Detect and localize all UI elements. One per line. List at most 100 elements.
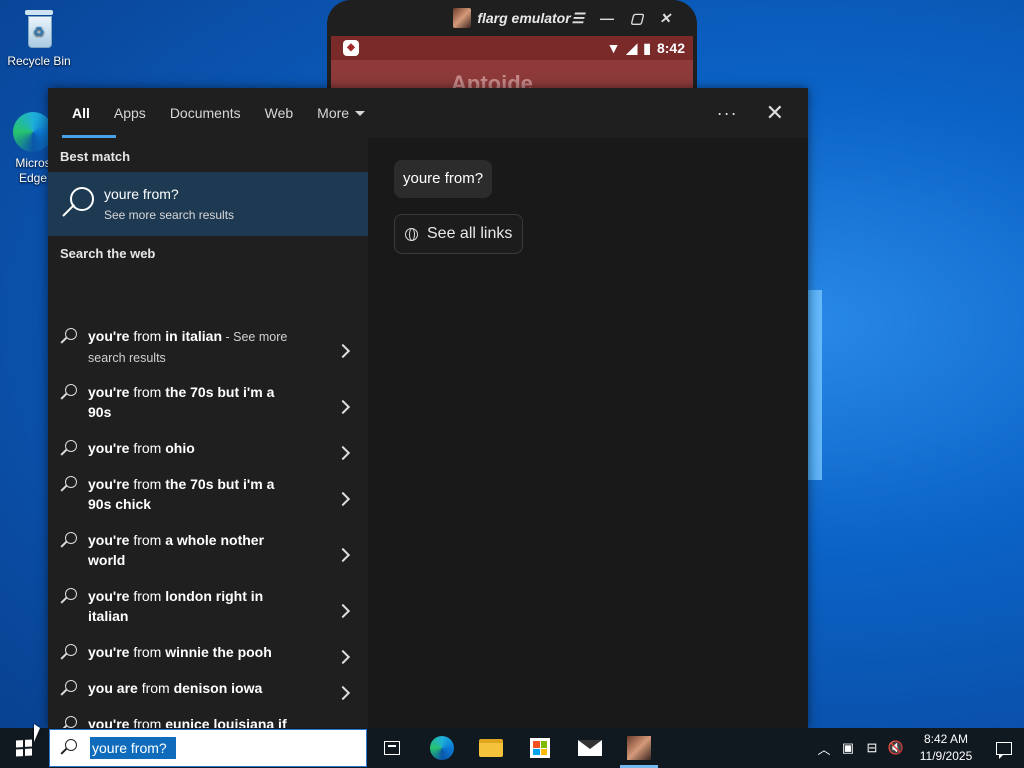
notification-icon: [996, 741, 1012, 759]
search-icon: [60, 532, 78, 550]
notifications-button[interactable]: [984, 728, 1024, 768]
web-suggestion-text: you're from the 70s but i'm a 90s: [88, 384, 275, 420]
network-icon[interactable]: ⊟: [860, 740, 884, 756]
battery-icon: ▮: [643, 39, 651, 56]
see-all-links-button[interactable]: See all links: [394, 214, 524, 254]
best-match-heading: Best match: [60, 149, 131, 164]
web-suggestion-item[interactable]: you're from a whole nother world: [48, 530, 368, 586]
file-explorer-button[interactable]: [467, 728, 515, 768]
web-suggestion-text: you're from eunice louisiana if you reme…: [88, 716, 287, 728]
web-suggestion-text: you're from winnie the pooh: [88, 644, 272, 660]
minimize-icon[interactable]: —: [600, 10, 614, 26]
maximize-icon[interactable]: ▢: [630, 10, 643, 27]
chevron-up-icon[interactable]: ︿: [812, 739, 836, 758]
search-icon: [60, 384, 78, 402]
preview-pane: youre from? See all links: [368, 138, 808, 728]
system-tray: ︿ ▣ ⊟ 🔇 8:42 AM 11/9/2025: [812, 728, 1024, 768]
store-button[interactable]: [516, 728, 564, 768]
search-input[interactable]: [90, 737, 176, 759]
see-all-links-label: See all links: [427, 225, 513, 242]
chevron-right-icon: [335, 343, 351, 359]
store-icon: [530, 738, 550, 758]
search-icon: [60, 187, 94, 221]
recycle-bin-label: Recycle Bin: [7, 54, 71, 68]
tab-web[interactable]: Web: [253, 88, 306, 138]
clock-date: 11/9/2025: [919, 749, 973, 763]
taskbar-search-box[interactable]: [49, 729, 367, 767]
meet-now-icon[interactable]: ▣: [836, 740, 860, 756]
close-icon[interactable]: ✕: [659, 10, 671, 27]
search-icon: [60, 739, 78, 757]
tab-apps[interactable]: Apps: [102, 88, 158, 138]
edge-icon: [13, 112, 53, 152]
chevron-right-icon: [335, 649, 351, 665]
chevron-down-icon: [355, 111, 366, 116]
recycle-bin-icon: ♻: [21, 6, 57, 50]
wifi-icon: ▼: [606, 40, 621, 56]
emulator-taskbar-button[interactable]: [615, 728, 663, 768]
wallpaper-light: [808, 290, 822, 480]
web-suggestion-text: you're from a whole nother world: [88, 532, 265, 568]
tab-more[interactable]: More: [305, 88, 377, 138]
results-pane: Best match youre from? See more search r…: [48, 138, 368, 728]
aptoide-notification-icon: ◆: [343, 40, 359, 56]
web-suggestion-text: you are from denison iowa: [88, 680, 263, 696]
folder-icon: [479, 739, 503, 757]
emulator-window[interactable]: flarg emulator ☰ — ▢ ✕ ◆ ▼ ◢ ▮ 8:42 Apto…: [327, 0, 697, 100]
emulator-logo-icon: [453, 8, 472, 28]
mail-button[interactable]: [566, 728, 614, 768]
tab-all[interactable]: All: [60, 88, 116, 138]
menu-icon[interactable]: ☰: [571, 10, 584, 27]
chevron-right-icon: [335, 685, 351, 701]
start-button[interactable]: [0, 728, 48, 768]
search-icon: [60, 644, 78, 662]
emulator-title: flarg emulator: [477, 10, 571, 26]
task-view-icon: [384, 741, 400, 755]
chevron-right-icon: [335, 491, 351, 507]
android-status-bar: ◆ ▼ ◢ ▮ 8:42: [331, 36, 693, 60]
globe-icon: [405, 227, 418, 241]
chevron-right-icon: [335, 399, 351, 415]
recycle-bin-desktop-icon[interactable]: ♻ Recycle Bin: [4, 6, 74, 68]
web-suggestion-text: you're from ohio: [88, 440, 195, 456]
search-flyout: All Apps Documents Web More ··· ✕ Best m…: [48, 88, 808, 728]
clock[interactable]: 8:42 AM 11/9/2025: [908, 731, 984, 765]
preview-query-bubble: youre from?: [394, 160, 493, 198]
taskbar: ︿ ▣ ⊟ 🔇 8:42 AM 11/9/2025: [0, 728, 1024, 768]
search-icon: [60, 476, 78, 494]
best-match-subtitle: See more search results: [104, 208, 235, 222]
volume-muted-icon[interactable]: 🔇: [884, 740, 908, 756]
web-suggestion-item[interactable]: you're from winnie the pooh: [48, 642, 368, 678]
web-suggestion-item[interactable]: you're from the 70s but i'm a 90s chick: [48, 474, 368, 530]
mouse-cursor: [34, 724, 40, 742]
edge-taskbar-button[interactable]: [418, 728, 466, 768]
best-match-title: youre from?: [104, 186, 179, 202]
web-suggestion-item[interactable]: you're from ohio: [48, 438, 368, 474]
search-icon: [60, 328, 78, 346]
web-suggestion-text: you're from in italian - See more search…: [88, 328, 288, 365]
web-suggestion-item[interactable]: you're from the 70s but i'm a 90s: [48, 382, 368, 438]
web-suggestion-text: you're from the 70s but i'm a 90s chick: [88, 476, 275, 512]
android-time: 8:42: [656, 40, 685, 56]
search-icon: [60, 440, 78, 458]
chevron-right-icon: [335, 603, 351, 619]
edge-icon: [430, 736, 454, 760]
mail-icon: [578, 740, 602, 756]
tab-documents[interactable]: Documents: [158, 88, 253, 138]
emulator-titlebar[interactable]: flarg emulator ☰ — ▢ ✕: [327, 0, 697, 36]
close-search-icon[interactable]: ✕: [766, 100, 784, 126]
emulator-app-icon: [627, 736, 651, 760]
web-suggestion-item[interactable]: you are from denison iowa: [48, 678, 368, 714]
clock-time: 8:42 AM: [923, 732, 969, 746]
web-suggestion-item[interactable]: you're from in italian - See more search…: [48, 326, 368, 382]
task-view-button[interactable]: [368, 728, 416, 768]
chevron-right-icon: [335, 547, 351, 563]
chevron-right-icon: [335, 445, 351, 461]
web-suggestion-item[interactable]: you're from eunice louisiana if you reme…: [48, 714, 368, 728]
signal-icon: ◢: [626, 39, 638, 56]
more-options-icon[interactable]: ···: [717, 103, 738, 124]
windows-logo-icon: [16, 739, 32, 757]
web-suggestion-text: you're from london right in italian: [88, 588, 264, 624]
web-suggestion-item[interactable]: you're from london right in italian: [48, 586, 368, 642]
best-match-item[interactable]: youre from? See more search results: [48, 172, 368, 236]
